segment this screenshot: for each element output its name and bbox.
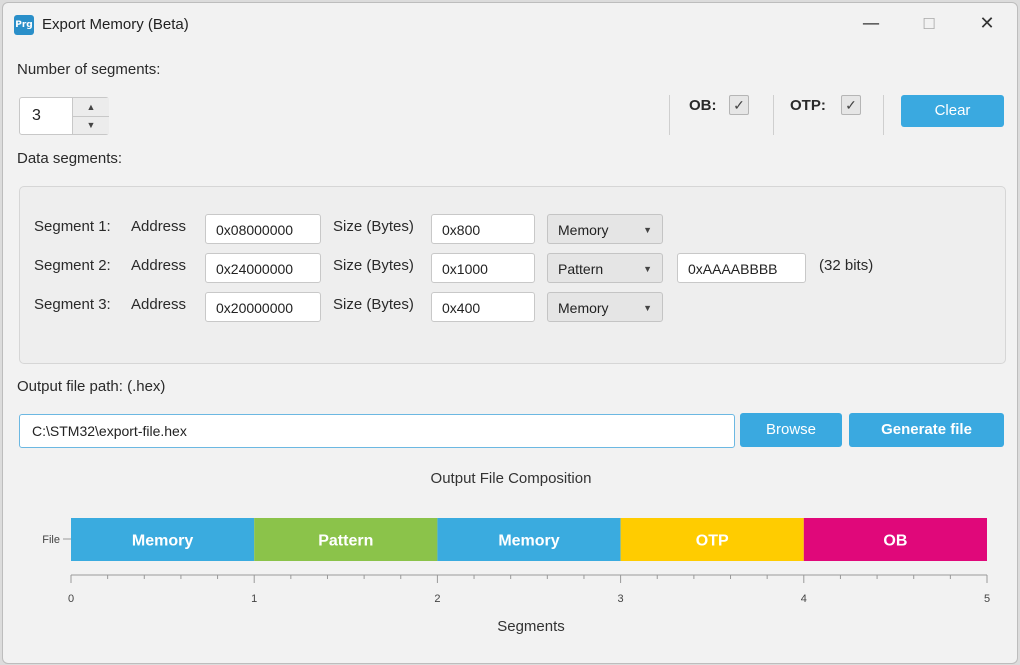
ob-checkbox[interactable]: ✓ xyxy=(729,95,749,115)
window-title: Export Memory (Beta) xyxy=(42,16,189,33)
x-tick-label: 3 xyxy=(618,593,624,605)
maximize-button[interactable]: ☐ xyxy=(906,9,952,39)
x-tick-label: 1 xyxy=(251,593,257,605)
address-label: Address xyxy=(131,257,187,274)
bar-segment-label: Pattern xyxy=(318,533,373,550)
x-axis: 0 1 2 3 4 5 xyxy=(68,574,990,605)
segments-panel: Segment 1: Address 0x08000000 Size (Byte… xyxy=(19,186,1006,364)
otp-label: OTP: xyxy=(790,97,826,114)
dropdown-caret-icon: ▼ xyxy=(643,264,652,274)
data-segments-label: Data segments: xyxy=(17,150,123,167)
chart-bars: Memory Pattern Memory OTP OB xyxy=(71,518,987,561)
bar-segment-label: OTP xyxy=(696,533,729,550)
spinner-buttons: ▲ ▼ xyxy=(72,98,109,134)
checkmark-icon: ✓ xyxy=(845,97,857,113)
clear-button[interactable]: Clear xyxy=(901,95,1004,127)
dropdown-caret-icon: ▼ xyxy=(643,225,652,235)
bar-segment-label: OB xyxy=(883,533,907,550)
x-tick-label: 5 xyxy=(984,593,990,605)
segment-3-label: Segment 3: xyxy=(34,296,111,313)
segment-1-address-input[interactable]: 0x08000000 xyxy=(205,214,321,244)
segment-2-size-input[interactable]: 0x1000 xyxy=(431,253,535,283)
size-label: Size (Bytes) xyxy=(333,296,414,313)
ob-label: OB: xyxy=(689,97,717,114)
segment-3-type-select[interactable]: Memory ▼ xyxy=(547,292,663,322)
segment-2-type-value: Pattern xyxy=(558,261,604,277)
segment-3-type-value: Memory xyxy=(558,300,609,316)
segment-2-type-select[interactable]: Pattern ▼ xyxy=(547,253,663,283)
spinner-up-icon[interactable]: ▲ xyxy=(73,98,109,117)
segment-2-label: Segment 2: xyxy=(34,257,111,274)
y-category-label: File xyxy=(42,534,60,546)
divider xyxy=(773,95,774,135)
segment-3-address-input[interactable]: 0x20000000 xyxy=(205,292,321,322)
checkmark-icon: ✓ xyxy=(733,97,745,113)
divider xyxy=(883,95,884,135)
dropdown-caret-icon: ▼ xyxy=(643,303,652,313)
x-axis-label: Segments xyxy=(497,618,565,635)
generate-file-button[interactable]: Generate file xyxy=(849,413,1004,447)
app-icon: Prg xyxy=(14,15,34,35)
x-tick-label: 4 xyxy=(801,593,807,605)
address-label: Address xyxy=(131,296,187,313)
divider xyxy=(669,95,670,135)
segment-1-type-value: Memory xyxy=(558,222,609,238)
address-label: Address xyxy=(131,218,187,235)
x-tick-label: 2 xyxy=(434,593,440,605)
browse-button[interactable]: Browse xyxy=(740,413,842,447)
pattern-bits-label: (32 bits) xyxy=(819,257,874,274)
segments-count-value[interactable]: 3 xyxy=(32,107,41,125)
segment-2-pattern-input[interactable]: 0xAAAABBBB xyxy=(677,253,806,283)
minimize-button[interactable]: — xyxy=(848,9,894,39)
segments-count-spinner[interactable]: 3 ▲ ▼ xyxy=(19,97,109,135)
size-label: Size (Bytes) xyxy=(333,257,414,274)
output-composition-chart: Output File Composition File Memory Patte… xyxy=(42,470,990,635)
output-path-label: Output file path: (.hex) xyxy=(17,378,166,395)
segment-3-size-input[interactable]: 0x400 xyxy=(431,292,535,322)
bar-segment-label: Memory xyxy=(498,533,559,550)
segment-1-label: Segment 1: xyxy=(34,218,111,235)
otp-checkbox[interactable]: ✓ xyxy=(841,95,861,115)
close-button[interactable]: ✕ xyxy=(964,9,1010,39)
spinner-down-icon[interactable]: ▼ xyxy=(73,116,109,134)
size-label: Size (Bytes) xyxy=(333,218,414,235)
chart-title: Output File Composition xyxy=(431,470,592,487)
x-tick-label: 0 xyxy=(68,593,74,605)
export-memory-window: Prg Export Memory (Beta) — ☐ ✕ Number of… xyxy=(2,2,1018,664)
segment-2-address-input[interactable]: 0x24000000 xyxy=(205,253,321,283)
segment-1-size-input[interactable]: 0x800 xyxy=(431,214,535,244)
bar-segment-label: Memory xyxy=(132,533,193,550)
title-bar[interactable]: Prg Export Memory (Beta) — ☐ ✕ xyxy=(3,3,1017,45)
segment-1-type-select[interactable]: Memory ▼ xyxy=(547,214,663,244)
output-path-input[interactable]: C:\STM32\export-file.hex xyxy=(19,414,735,448)
segments-count-label: Number of segments: xyxy=(17,61,161,78)
